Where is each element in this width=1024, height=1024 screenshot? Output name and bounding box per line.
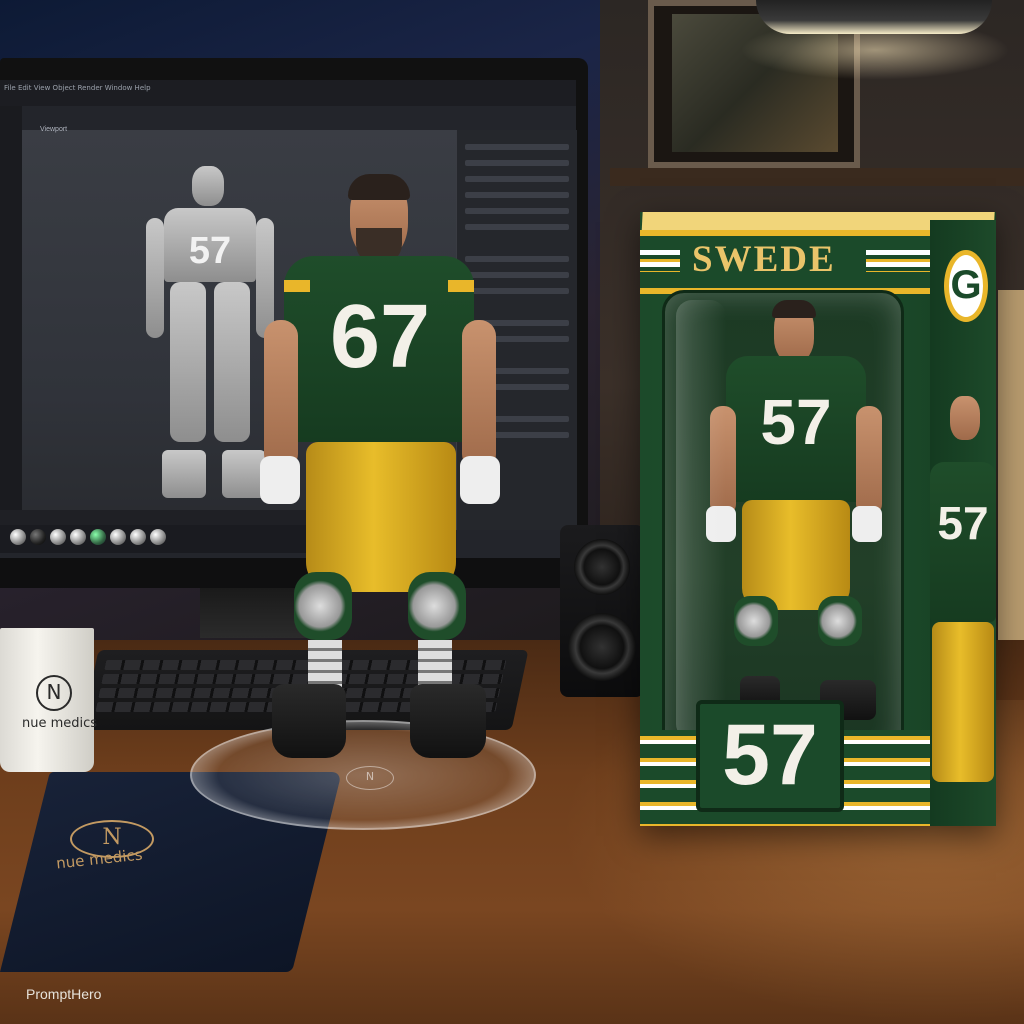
figure-left-sock [308,640,342,690]
app-menu-text: File Edit View Object Render Window Help [4,84,151,92]
team-logo: G [944,250,988,322]
material-swatch [150,529,166,545]
model-left-boot [162,450,206,498]
figure-hair [348,174,410,200]
boxed-figure-right-kneepad [818,596,862,646]
figure-left-glove [260,456,300,504]
box-side-figure: 57 [930,390,996,810]
figure-right-kneepad [408,572,466,640]
material-swatch [70,529,86,545]
mug-logo: N [36,675,72,711]
boxed-figure-left-kneepad [734,596,778,646]
model-head [192,166,224,206]
figure-right-glove [460,456,500,504]
material-swatch [130,529,146,545]
boxed-figure-pants [742,500,850,610]
speaker-woofer [568,613,636,681]
figure-left-boot [272,684,346,758]
side-figure-number: 57 [937,497,989,549]
side-figure-head [950,396,980,440]
figure-left-kneepad [294,572,352,640]
watermark: PromptHero [26,986,102,1002]
material-swatch [10,529,26,545]
figure-right-boot [410,684,486,758]
box-window-reflection [676,300,726,740]
model-left-leg [170,282,206,442]
figure-pants [306,442,456,592]
box-stripes [866,250,930,272]
side-figure-pants [932,622,994,782]
boxed-figure-right-arm [856,406,882,516]
box-player-name: SWEDE [692,239,836,280]
material-swatch [110,529,126,545]
pendant-lamp [756,0,992,34]
speaker-tweeter [574,539,630,595]
boxed-figure-right-glove [852,506,882,542]
figure-right-arm [462,320,496,470]
figure-jersey-number: 67 [329,287,431,387]
boxed-figure: 57 [700,300,890,740]
material-swatch [50,529,66,545]
figure-left-arm [264,320,298,470]
wall-shelf [610,168,1024,186]
material-swatch [30,529,46,545]
action-figure: 67 [250,170,510,770]
desk-speaker [560,525,644,697]
app-toolbar [0,106,22,530]
figure-sleeve-stripe [448,280,474,292]
viewport-tab: Viewport [40,126,68,133]
right-picture-frame [998,290,1024,650]
boxed-figure-hair [772,300,816,318]
model-left-arm [146,218,164,338]
box-stripes [640,250,680,272]
boxed-figure-number: 57 [760,386,832,458]
panel-row [465,144,569,150]
material-swatch [90,529,106,545]
model-jersey-number: 57 [188,230,232,272]
panel-row [465,160,569,166]
scene: File Edit View Object Render Window Help… [0,0,1024,1024]
figure-right-sock [418,640,452,690]
model-right-leg [214,282,250,442]
figure-sleeve-stripe [284,280,310,292]
mug-brand-text: nue medics [22,716,98,731]
box-number: 57 [722,707,818,803]
